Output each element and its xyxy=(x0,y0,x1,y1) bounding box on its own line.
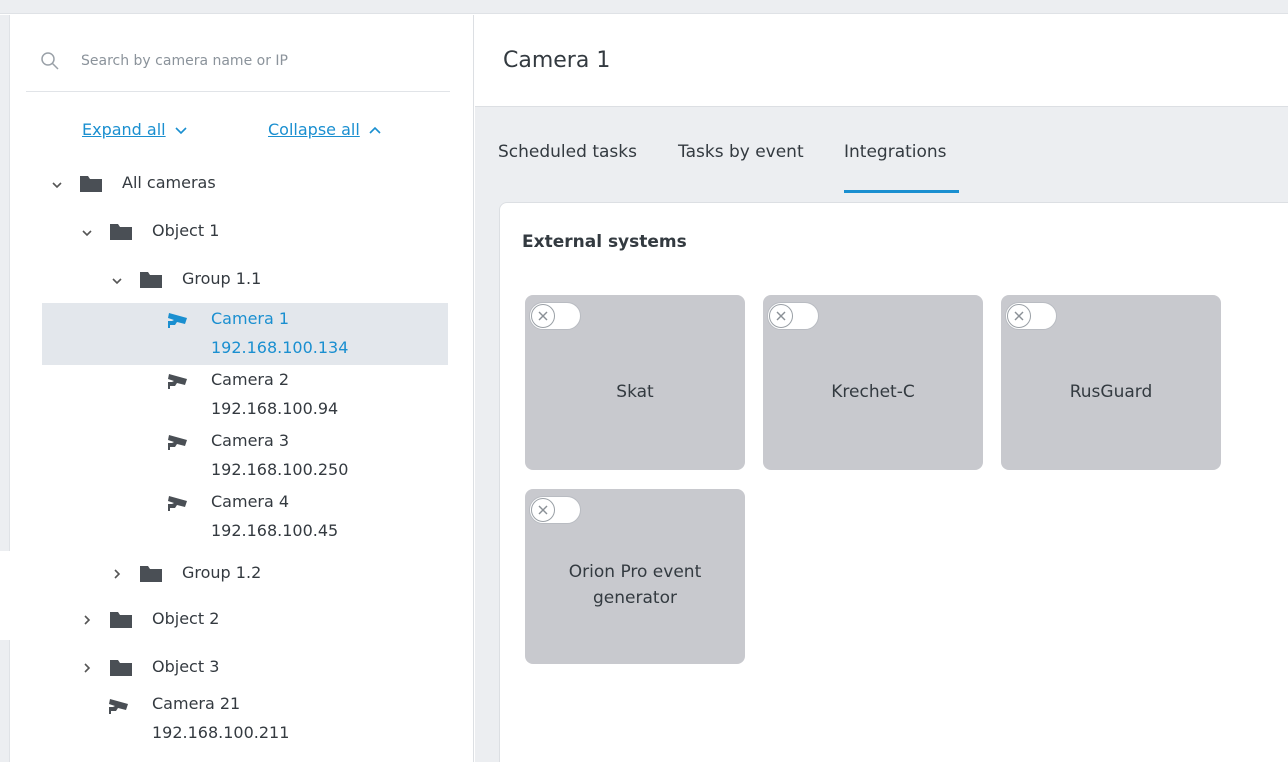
integration-tile-krechet-c[interactable]: Krechet-C xyxy=(763,295,983,470)
enable-toggle[interactable] xyxy=(1005,302,1057,330)
integration-tile-skat[interactable]: Skat xyxy=(525,295,745,470)
folder-icon xyxy=(110,612,132,628)
tree-camera-2[interactable]: Camera 2 192.168.100.94 xyxy=(0,369,470,421)
toggle-knob xyxy=(1007,304,1031,328)
camera-icon xyxy=(109,699,128,714)
camera-ip: 192.168.100.45 xyxy=(211,521,339,540)
tree-camera-21[interactable]: Camera 21 192.168.100.211 xyxy=(0,693,470,747)
enable-toggle[interactable] xyxy=(767,302,819,330)
tree-node-object-2[interactable]: Object 2 xyxy=(0,608,470,632)
integration-tile-orion-pro[interactable]: Orion Pro event generator xyxy=(525,489,745,664)
integration-name: Krechet-C xyxy=(831,382,915,402)
chevron-down-icon[interactable] xyxy=(110,274,124,288)
camera-name: Camera 1 xyxy=(211,309,290,328)
tree-node-object-1[interactable]: Object 1 xyxy=(0,220,470,244)
tree-node-all-cameras[interactable]: All cameras xyxy=(0,172,470,196)
camera-icon xyxy=(168,435,187,450)
tree-node-label: Group 1.2 xyxy=(182,563,262,582)
chevron-right-icon[interactable] xyxy=(80,661,94,675)
camera-settings-panel: Camera 1 Scheduled tasks Tasks by event … xyxy=(475,15,1288,762)
tree-camera-4[interactable]: Camera 4 192.168.100.45 xyxy=(0,491,470,543)
section-title: External systems xyxy=(522,232,687,252)
camera-ip: 192.168.100.94 xyxy=(211,399,339,418)
chevron-down-icon[interactable] xyxy=(50,178,64,192)
camera-ip: 192.168.100.134 xyxy=(211,338,349,357)
tree-camera-3[interactable]: Camera 3 192.168.100.250 xyxy=(0,430,470,482)
toggle-knob xyxy=(531,498,555,522)
close-icon xyxy=(776,311,786,321)
tab-scheduled-tasks[interactable]: Scheduled tasks xyxy=(498,142,637,162)
tree-node-label: Object 2 xyxy=(152,609,220,628)
external-systems-card: External systems Skat Krechet-C RusGuard… xyxy=(499,202,1288,762)
camera-icon xyxy=(168,374,187,389)
tree-node-label: All cameras xyxy=(122,173,216,192)
integration-name: Skat xyxy=(616,382,654,402)
chevron-down-icon xyxy=(175,126,187,134)
folder-icon xyxy=(140,272,162,288)
chevron-right-icon[interactable] xyxy=(80,613,94,627)
active-tab-indicator xyxy=(844,190,959,193)
tree-node-label: Group 1.1 xyxy=(182,269,262,288)
integration-name: Orion Pro event generator xyxy=(568,562,702,608)
folder-icon xyxy=(80,176,102,192)
camera-ip: 192.168.100.211 xyxy=(152,723,290,742)
camera-icon xyxy=(168,313,187,328)
page-title: Camera 1 xyxy=(503,48,611,73)
folder-icon xyxy=(110,224,132,240)
chevron-up-icon xyxy=(369,126,381,134)
toggle-knob xyxy=(769,304,793,328)
chevron-right-icon[interactable] xyxy=(110,567,124,581)
tree-node-group-1-1[interactable]: Group 1.1 xyxy=(0,268,470,292)
integration-tile-rusguard[interactable]: RusGuard xyxy=(1001,295,1221,470)
enable-toggle[interactable] xyxy=(529,302,581,330)
chevron-down-icon[interactable] xyxy=(80,226,94,240)
camera-ip: 192.168.100.250 xyxy=(211,460,349,479)
search-icon xyxy=(41,52,59,70)
search-box xyxy=(26,30,450,92)
tab-integrations[interactable]: Integrations xyxy=(844,142,947,162)
close-icon xyxy=(1014,311,1024,321)
camera-name: Camera 2 xyxy=(211,370,290,389)
page-header: Camera 1 xyxy=(475,15,1288,107)
tree-node-group-1-2[interactable]: Group 1.2 xyxy=(0,562,470,586)
folder-icon xyxy=(140,566,162,582)
camera-name: Camera 3 xyxy=(211,431,290,450)
enable-toggle[interactable] xyxy=(529,496,581,524)
tree-camera-1[interactable]: Camera 1 192.168.100.134 xyxy=(0,308,470,360)
expand-all-label: Expand all xyxy=(82,120,166,139)
camera-icon xyxy=(168,496,187,511)
tab-tasks-by-event[interactable]: Tasks by event xyxy=(678,142,804,162)
collapse-all-label: Collapse all xyxy=(268,120,360,139)
integration-name: RusGuard xyxy=(1069,382,1153,402)
expand-all-link[interactable]: Expand all xyxy=(82,120,188,139)
folder-icon xyxy=(110,660,132,676)
tree-node-object-3[interactable]: Object 3 xyxy=(0,656,470,680)
tree-node-label: Object 3 xyxy=(152,657,220,676)
search-input[interactable] xyxy=(81,48,441,74)
top-strip xyxy=(0,0,1288,14)
close-icon xyxy=(538,505,548,515)
tree-node-label: Object 1 xyxy=(152,221,220,240)
collapse-all-link[interactable]: Collapse all xyxy=(268,120,382,139)
toggle-knob xyxy=(531,304,555,328)
close-icon xyxy=(538,311,548,321)
camera-name: Camera 4 xyxy=(211,492,290,511)
camera-name: Camera 21 xyxy=(152,694,241,713)
